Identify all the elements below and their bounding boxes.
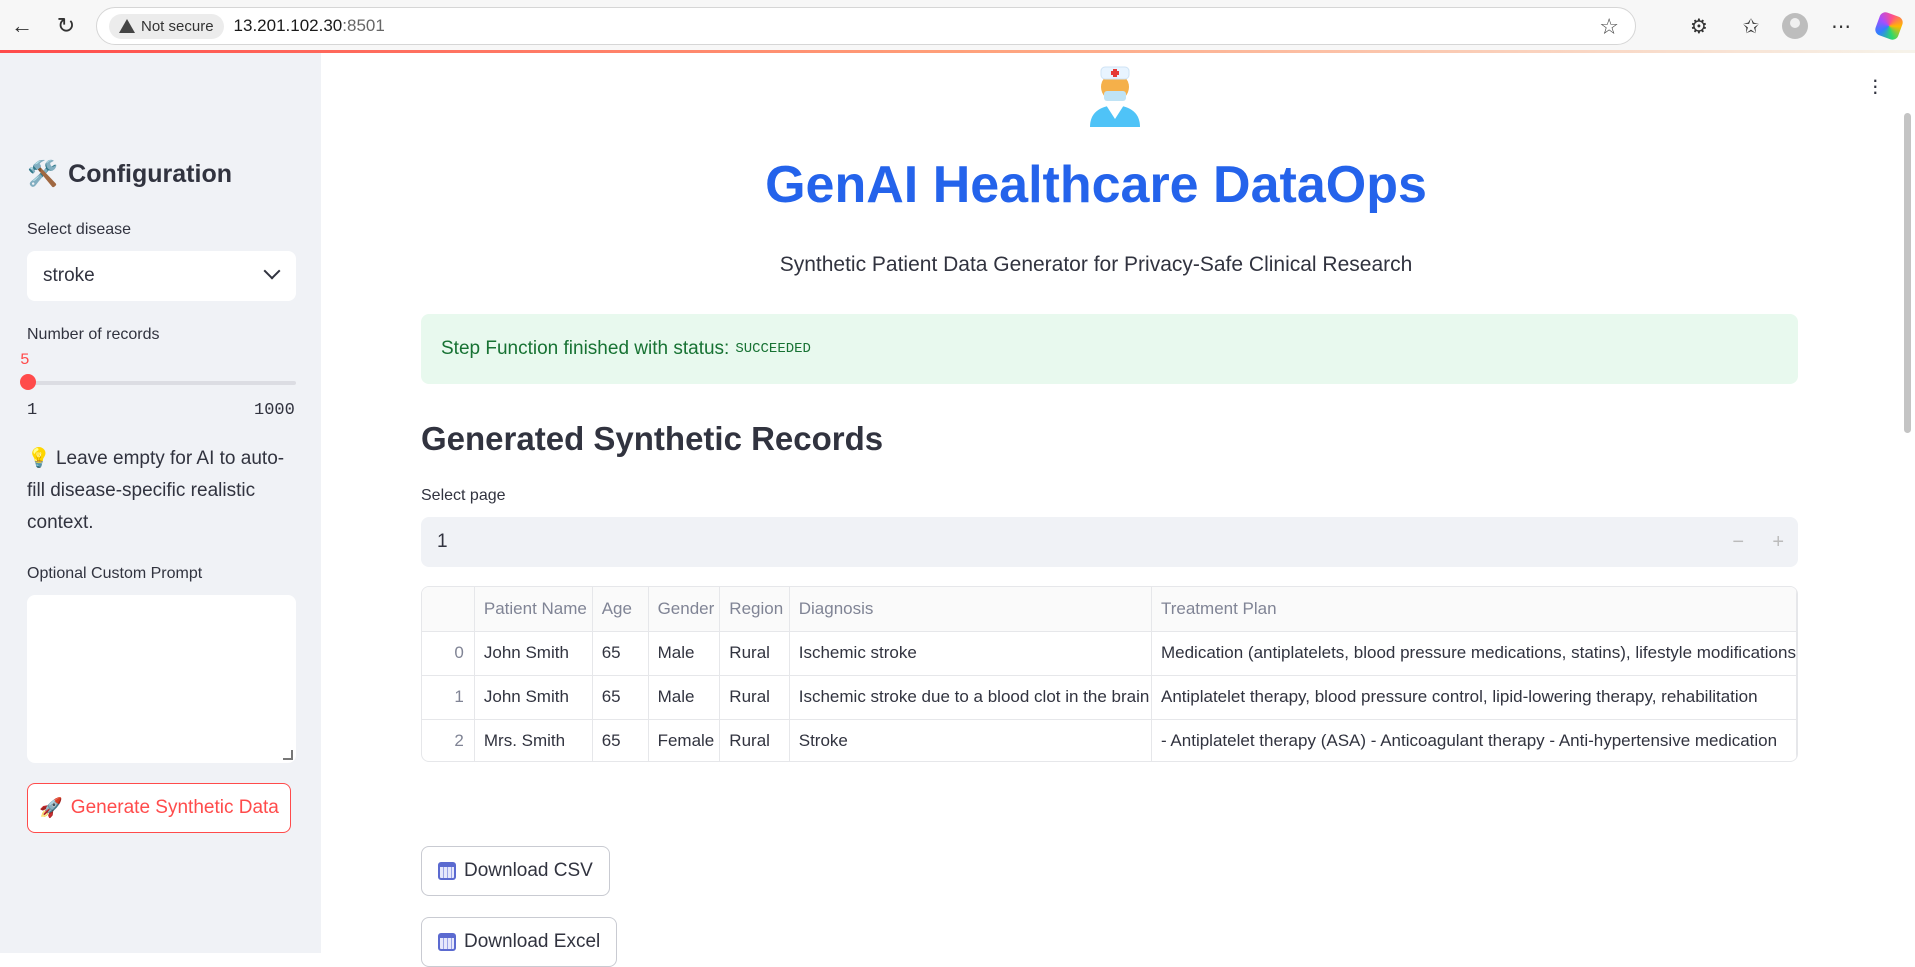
table-row[interactable]: 2 Mrs. Smith 65 Female Rural Stroke - An… bbox=[422, 719, 1797, 761]
cell-region[interactable]: Rural bbox=[719, 719, 790, 761]
calendar-icon bbox=[438, 862, 456, 880]
alert-text: Step Function finished with status: bbox=[441, 338, 730, 359]
increment-button[interactable]: + bbox=[1772, 531, 1784, 554]
records-slider-max: 1000 bbox=[254, 401, 295, 420]
page-subtitle: Synthetic Patient Data Generator for Pri… bbox=[779, 253, 1413, 276]
row-index: 0 bbox=[422, 631, 475, 676]
column-header-age[interactable]: Age bbox=[592, 587, 649, 632]
row-index: 2 bbox=[422, 719, 475, 761]
tools-icon: 🛠️ bbox=[27, 160, 59, 188]
download-csv-label: Download CSV bbox=[464, 860, 593, 881]
app-menu-icon[interactable]: · · · bbox=[1872, 69, 1879, 103]
disease-label: Select disease bbox=[27, 221, 132, 238]
records-slider-value: 5 bbox=[20, 351, 30, 369]
cell-gender[interactable]: Female bbox=[648, 719, 721, 761]
column-header-treatment-plan[interactable]: Treatment Plan bbox=[1151, 587, 1797, 632]
records-table[interactable]: Patient Name Age Gender Region Diagnosis… bbox=[421, 586, 1798, 762]
disease-select-value: stroke bbox=[43, 265, 95, 286]
cell-diagnosis[interactable]: Stroke bbox=[789, 719, 1152, 761]
page-number-input[interactable]: 1 − + bbox=[421, 517, 1798, 567]
address-bar[interactable]: Not secure 13.201.102.30:8501 ☆ bbox=[96, 7, 1636, 45]
generate-button-label: Generate Synthetic Data bbox=[70, 797, 279, 818]
cell-patient-name[interactable]: Mrs. Smith bbox=[474, 719, 593, 761]
favorite-star-icon[interactable]: ☆ bbox=[1599, 14, 1619, 40]
status-badge: SUCCEEDED bbox=[735, 341, 811, 357]
more-menu-icon[interactable]: ⋯ bbox=[1825, 10, 1857, 42]
cell-gender[interactable]: Male bbox=[648, 631, 721, 676]
extensions-icon[interactable]: ⚙ bbox=[1683, 10, 1715, 42]
hint-message: Leave empty for AI to auto-fill disease-… bbox=[27, 448, 285, 533]
disease-select[interactable]: stroke bbox=[27, 251, 296, 301]
copilot-icon[interactable] bbox=[1873, 10, 1905, 42]
reload-icon[interactable]: ↻ bbox=[50, 10, 82, 42]
cell-diagnosis[interactable]: Ischemic stroke bbox=[789, 631, 1152, 676]
cell-patient-name[interactable]: John Smith bbox=[474, 675, 593, 720]
profile-avatar[interactable] bbox=[1779, 10, 1811, 42]
security-label: Not secure bbox=[141, 17, 214, 35]
section-title: Generated Synthetic Records bbox=[421, 420, 884, 457]
doctor-icon bbox=[1090, 66, 1140, 127]
records-slider-track[interactable] bbox=[27, 381, 296, 385]
table-row[interactable]: 1 John Smith 65 Male Rural Ischemic stro… bbox=[422, 675, 1797, 720]
column-header-diagnosis[interactable]: Diagnosis bbox=[789, 587, 1152, 632]
download-csv-button[interactable]: Download CSV bbox=[421, 846, 610, 896]
success-alert: Step Function finished with status: SUCC… bbox=[421, 314, 1798, 384]
records-label: Number of records bbox=[27, 326, 160, 343]
table-header-row: Patient Name Age Gender Region Diagnosis… bbox=[422, 587, 1797, 632]
sidebar: 🛠️ Configuration Select disease stroke N… bbox=[0, 53, 321, 953]
url-port: :8501 bbox=[342, 16, 385, 35]
cell-treatment-plan[interactable]: - Antiplatelet therapy (ASA) - Anticoagu… bbox=[1151, 719, 1797, 761]
calendar-icon bbox=[438, 933, 456, 951]
hint-text: 💡 Leave empty for AI to auto-fill diseas… bbox=[27, 443, 297, 539]
lightbulb-icon: 💡 bbox=[27, 448, 51, 469]
records-slider-min: 1 bbox=[27, 401, 38, 420]
cell-region[interactable]: Rural bbox=[719, 631, 790, 676]
scrollbar[interactable] bbox=[1904, 113, 1911, 433]
cell-diagnosis[interactable]: Ischemic stroke due to a blood clot in t… bbox=[789, 675, 1152, 720]
records-slider-thumb[interactable] bbox=[20, 374, 36, 390]
row-index: 1 bbox=[422, 675, 475, 720]
sidebar-heading-text: Configuration bbox=[68, 160, 232, 188]
url-host: 13.201.102.30 bbox=[233, 16, 343, 35]
cell-region[interactable]: Rural bbox=[719, 675, 790, 720]
download-excel-button[interactable]: Download Excel bbox=[421, 917, 618, 967]
custom-prompt-label: Optional Custom Prompt bbox=[27, 565, 203, 582]
main-content: · · · GenAI Healthcare DataOps Synthetic P… bbox=[321, 53, 1915, 967]
cell-treatment-plan[interactable]: Medication (antiplatelets, blood pressur… bbox=[1151, 631, 1797, 676]
custom-prompt-textarea[interactable] bbox=[27, 595, 296, 763]
decrement-button[interactable]: − bbox=[1732, 531, 1744, 554]
browser-toolbar: ← ↻ Not secure 13.201.102.30:8501 ☆ ⚙ ✩ … bbox=[0, 0, 1915, 52]
warning-icon bbox=[119, 19, 135, 33]
table-row[interactable]: 0 John Smith 65 Male Rural Ischemic stro… bbox=[422, 631, 1797, 676]
cell-age[interactable]: 65 bbox=[592, 631, 649, 676]
back-icon[interactable]: ← bbox=[6, 10, 38, 42]
avatar-icon bbox=[1782, 13, 1808, 39]
column-header-gender[interactable]: Gender bbox=[648, 587, 721, 632]
download-excel-label: Download Excel bbox=[464, 931, 601, 952]
page-number-value: 1 bbox=[437, 531, 448, 552]
cell-patient-name[interactable]: John Smith bbox=[474, 631, 593, 676]
url-text: 13.201.102.30:8501 bbox=[234, 16, 385, 36]
favorites-icon[interactable]: ✩ bbox=[1735, 10, 1767, 42]
generate-button[interactable]: 🚀 Generate Synthetic Data bbox=[27, 783, 291, 833]
sidebar-heading: 🛠️ Configuration bbox=[27, 160, 232, 189]
page-select-label: Select page bbox=[421, 487, 506, 504]
cell-treatment-plan[interactable]: Antiplatelet therapy, blood pressure con… bbox=[1151, 675, 1797, 720]
page-title: GenAI Healthcare DataOps bbox=[765, 156, 1427, 214]
column-header-index[interactable] bbox=[422, 587, 475, 632]
column-header-patient-name[interactable]: Patient Name bbox=[474, 587, 593, 632]
cell-age[interactable]: 65 bbox=[592, 675, 649, 720]
resize-grip-icon[interactable] bbox=[283, 750, 293, 760]
cell-age[interactable]: 65 bbox=[592, 719, 649, 761]
column-header-region[interactable]: Region bbox=[719, 587, 790, 632]
cell-gender[interactable]: Male bbox=[648, 675, 721, 720]
rocket-icon: 🚀 bbox=[39, 798, 63, 819]
chevron-down-icon bbox=[263, 262, 281, 280]
security-badge[interactable]: Not secure bbox=[109, 13, 224, 39]
